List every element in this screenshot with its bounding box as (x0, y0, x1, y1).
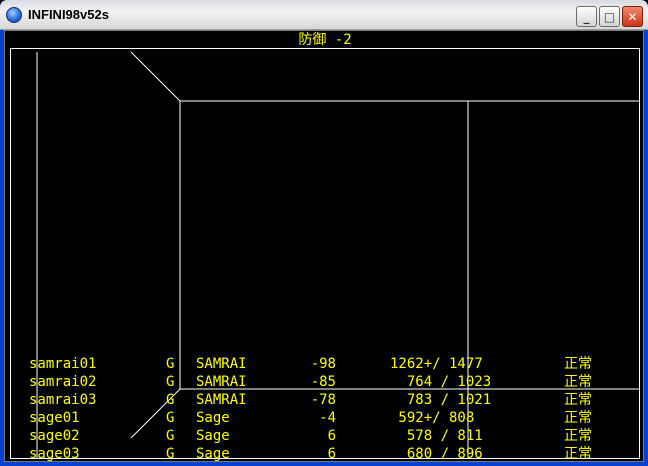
member-hp: 1262+/ 1477 (390, 356, 483, 372)
member-hp: 680 / 896 (390, 446, 483, 462)
party-member-row[interactable]: samrai02 G SAMRAI -85 764 / 1023 正常 (29, 373, 629, 391)
member-name: sage01 (29, 410, 80, 426)
wall-diagonal-top (130, 51, 181, 102)
party-member-row[interactable]: samrai03 G SAMRAI -78 783 / 1021 正常 (29, 391, 629, 409)
member-ac: -78 (310, 392, 336, 408)
member-class: Sage (196, 446, 230, 462)
member-alignment: G (166, 410, 175, 426)
member-alignment: G (166, 446, 175, 462)
member-status: 正常 (564, 410, 592, 426)
party-member-row[interactable]: samrai01 G SAMRAI -98 1262+/ 1477 正常 (29, 355, 629, 373)
party-member-row[interactable]: sage01 G Sage -4 592+/ 808 正常 (29, 409, 629, 427)
member-class: SAMRAI (196, 392, 247, 408)
member-ac: 6 (327, 428, 336, 444)
member-status: 正常 (564, 356, 592, 372)
member-ac: 6 (327, 446, 336, 462)
game-viewport[interactable]: 防御 -2 samrai01 G SAMRAI -98 1262+/ 1477 … (4, 30, 644, 462)
close-button[interactable]: ✕ (622, 6, 643, 27)
member-name: samrai03 (29, 392, 97, 408)
member-ac: -98 (310, 356, 336, 372)
member-class: SAMRAI (196, 374, 247, 390)
game-window: INFINI98v52s _ □ ✕ 防御 -2 samrai01 G SAMR… (0, 0, 648, 466)
member-status: 正常 (564, 428, 592, 444)
member-hp: 783 / 1021 (390, 392, 492, 408)
member-hp: 592+/ 808 (390, 410, 475, 426)
title-bar[interactable]: INFINI98v52s _ □ ✕ (0, 0, 648, 30)
member-class: SAMRAI (196, 356, 247, 372)
member-name: samrai02 (29, 374, 97, 390)
member-ac: -85 (310, 374, 336, 390)
maximize-button[interactable]: □ (599, 6, 620, 27)
member-status: 正常 (564, 374, 592, 390)
member-status: 正常 (564, 392, 592, 408)
member-alignment: G (166, 392, 175, 408)
globe-icon[interactable] (6, 7, 22, 23)
member-alignment: G (166, 428, 175, 444)
member-status: 正常 (564, 446, 592, 462)
member-alignment: G (166, 374, 175, 390)
member-ac: -4 (319, 410, 336, 426)
window-title: INFINI98v52s (28, 7, 109, 22)
member-class: Sage (196, 428, 230, 444)
member-hp: 764 / 1023 (390, 374, 492, 390)
member-name: sage03 (29, 446, 80, 462)
member-name: samrai01 (29, 356, 97, 372)
party-member-row[interactable]: sage02 G Sage 6 578 / 811 正常 (29, 427, 629, 445)
member-class: Sage (196, 410, 230, 426)
minimize-button[interactable]: _ (576, 6, 597, 27)
member-alignment: G (166, 356, 175, 372)
member-hp: 578 / 811 (390, 428, 483, 444)
party-member-row[interactable]: sage03 G Sage 6 680 / 896 正常 (29, 445, 629, 463)
member-name: sage02 (29, 428, 80, 444)
party-list: samrai01 G SAMRAI -98 1262+/ 1477 正常 sam… (29, 355, 629, 463)
